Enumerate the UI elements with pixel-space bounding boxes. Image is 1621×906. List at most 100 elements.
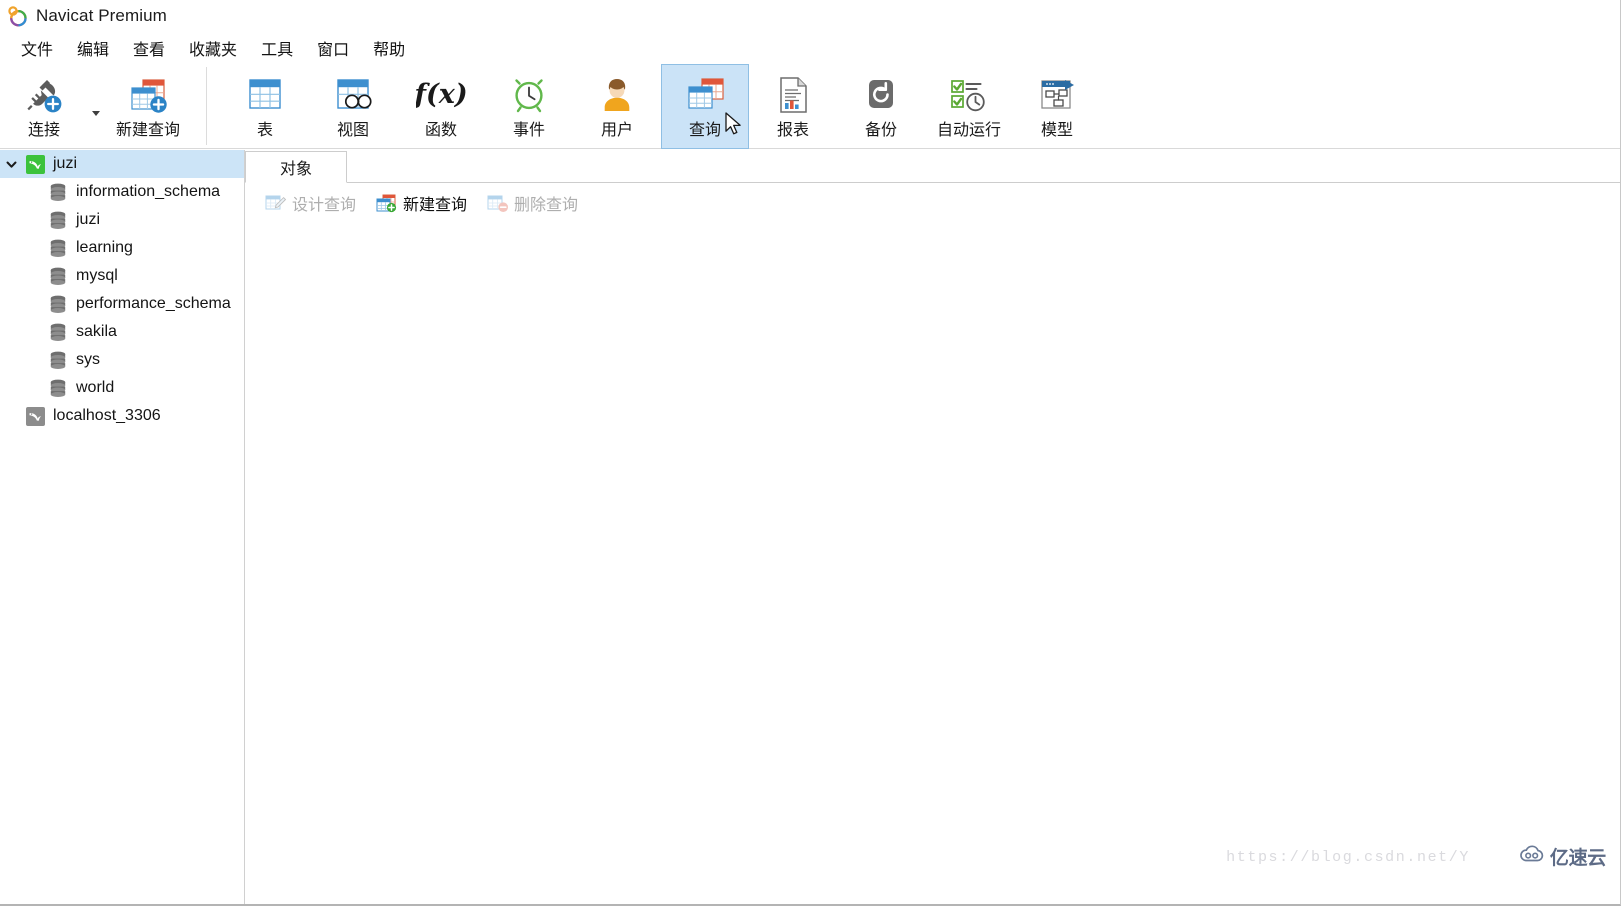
tree-database-performance-schema[interactable]: performance_schema [0, 290, 244, 318]
main-toolbar: 连接 新建查询 [0, 64, 1621, 149]
menu-file[interactable]: 文件 [9, 34, 65, 63]
table-icon [237, 71, 293, 119]
menu-bar: 文件 编辑 查看 收藏夹 工具 窗口 帮助 [0, 33, 1621, 64]
event-clock-icon [501, 71, 557, 119]
design-query-button[interactable]: 设计查询 [257, 188, 364, 218]
new-query-label: 新建查询 [403, 191, 467, 215]
database-icon [45, 290, 71, 318]
query-list-area[interactable] [245, 223, 1621, 906]
function-fx-icon: f(x) [413, 71, 469, 119]
mysql-dolphin-connected-icon [22, 150, 48, 178]
delete-query-label: 删除查询 [514, 191, 578, 215]
toolbar-button-connection[interactable]: 连接 [0, 64, 88, 149]
backup-icon [853, 71, 909, 119]
toolbar-button-table[interactable]: 表 [221, 64, 309, 149]
tree-label-connection-juzi: juzi [48, 155, 77, 173]
automation-icon [941, 71, 997, 119]
menu-view[interactable]: 查看 [121, 34, 177, 63]
title-bar: Navicat Premium [0, 0, 1621, 32]
toolbar-divider [206, 67, 207, 145]
toolbar-label-new-query: 新建查询 [116, 121, 180, 141]
tab-objects-label: 对象 [280, 155, 312, 179]
database-icon [45, 206, 71, 234]
database-icon [45, 346, 71, 374]
connection-dropdown-caret[interactable] [88, 64, 104, 149]
delete-query-button[interactable]: 删除查询 [479, 188, 586, 218]
navicat-logo-icon [7, 6, 28, 27]
tree-database-mysql[interactable]: mysql [0, 262, 244, 290]
toolbar-label-user: 用户 [601, 121, 633, 141]
tree-label-database: sakila [71, 323, 117, 341]
tree-database-sakila[interactable]: sakila [0, 318, 244, 346]
main-panel: 对象 设计查询 [245, 150, 1621, 906]
toolbar-button-view[interactable]: 视图 [309, 64, 397, 149]
toolbar-label-model: 模型 [1041, 121, 1073, 141]
toolbar-label-connection: 连接 [28, 121, 60, 141]
toolbar-button-backup[interactable]: 备份 [837, 64, 925, 149]
plug-plus-icon [16, 71, 72, 119]
chevron-down-icon[interactable] [0, 150, 22, 178]
menu-favorites[interactable]: 收藏夹 [177, 34, 249, 63]
tree-connection-localhost-3306[interactable]: localhost_3306 [0, 402, 244, 430]
toolbar-label-backup: 备份 [865, 121, 897, 141]
menu-help[interactable]: 帮助 [361, 34, 417, 63]
menu-window[interactable]: 窗口 [305, 34, 361, 63]
tree-database-sys[interactable]: sys [0, 346, 244, 374]
tree-label-connection-localhost: localhost_3306 [48, 407, 161, 425]
tabstrip-filler [347, 151, 1621, 183]
design-query-icon [265, 193, 287, 213]
window-title: Navicat Premium [36, 6, 167, 26]
tree-label-database: world [71, 379, 114, 397]
toolbar-button-event[interactable]: 事件 [485, 64, 573, 149]
design-query-label: 设计查询 [292, 191, 356, 215]
toolbar-button-automation[interactable]: 自动运行 [925, 64, 1013, 149]
database-icon [45, 262, 71, 290]
tree-label-database: juzi [71, 211, 100, 229]
tree-label-database: performance_schema [71, 295, 231, 313]
database-icon [45, 374, 71, 402]
toolbar-label-automation: 自动运行 [937, 121, 1001, 141]
body-area: juzi [0, 150, 1621, 906]
toolbar-button-new-query[interactable]: 新建查询 [104, 64, 192, 149]
report-icon [765, 71, 821, 119]
toolbar-label-function: 函数 [425, 121, 457, 141]
menu-tools[interactable]: 工具 [249, 34, 305, 63]
query-action-bar: 设计查询 [245, 183, 1621, 223]
toolbar-button-model[interactable]: 模型 [1013, 64, 1101, 149]
navicat-window: Navicat Premium 文件 编辑 查看 收藏夹 工具 窗口 帮助 [0, 0, 1621, 906]
database-icon [45, 318, 71, 346]
toolbar-label-query: 查询 [689, 121, 721, 141]
svg-text:f(x): f(x) [416, 79, 466, 110]
tree-label-database: information_schema [71, 183, 220, 201]
toolbar-label-report: 报表 [777, 121, 809, 141]
toolbar-label-event: 事件 [513, 121, 545, 141]
new-query-button[interactable]: 新建查询 [368, 188, 475, 218]
new-query-icon [120, 71, 176, 119]
tree-label-database: sys [71, 351, 100, 369]
new-query-icon [376, 193, 398, 213]
tab-objects[interactable]: 对象 [245, 151, 347, 183]
toolbar-button-query[interactable]: 查询 [661, 64, 749, 149]
toolbar-button-user[interactable]: 用户 [573, 64, 661, 149]
tree-label-database: mysql [71, 267, 118, 285]
tree-database-juzi[interactable]: juzi [0, 206, 244, 234]
connection-tree-sidebar[interactable]: juzi [0, 150, 245, 906]
view-glasses-icon [325, 71, 381, 119]
database-icon [45, 234, 71, 262]
object-tabstrip: 对象 [245, 150, 1621, 183]
tree-label-database: learning [71, 239, 133, 257]
tree-connection-juzi[interactable]: juzi [0, 150, 244, 178]
tree-database-world[interactable]: world [0, 374, 244, 402]
mysql-dolphin-disconnected-icon [22, 402, 48, 430]
toolbar-label-view: 视图 [337, 121, 369, 141]
toolbar-button-function[interactable]: f(x) 函数 [397, 64, 485, 149]
tree-database-information-schema[interactable]: information_schema [0, 178, 244, 206]
query-icon [677, 71, 733, 119]
model-icon [1029, 71, 1085, 119]
user-icon [589, 71, 645, 119]
menu-edit[interactable]: 编辑 [65, 34, 121, 63]
delete-query-icon [487, 193, 509, 213]
tree-database-learning[interactable]: learning [0, 234, 244, 262]
toolbar-label-table: 表 [257, 121, 273, 141]
toolbar-button-report[interactable]: 报表 [749, 64, 837, 149]
